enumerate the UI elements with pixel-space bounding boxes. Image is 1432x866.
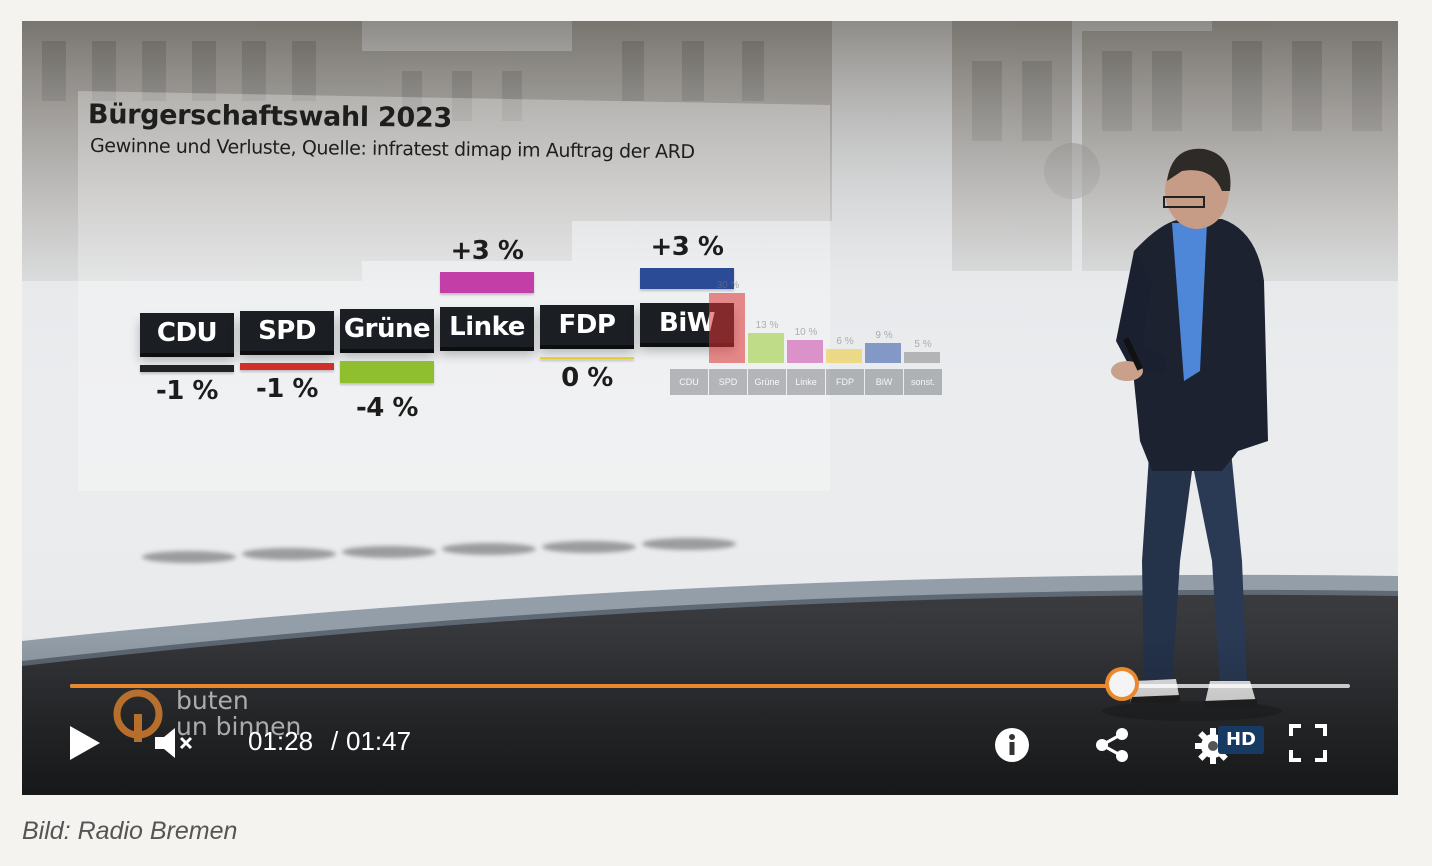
brand-line1: buten — [176, 686, 249, 715]
bg-pct-1: 30 % — [716, 280, 740, 291]
bg-bar-2 — [748, 333, 784, 363]
share-button[interactable] — [1090, 723, 1134, 767]
seek-handle[interactable] — [1105, 667, 1140, 701]
bar-shadow-4 — [542, 540, 636, 553]
bg-bar-6 — [904, 352, 940, 363]
play-button[interactable] — [62, 721, 106, 765]
party-label-0: CDU — [140, 313, 234, 353]
bar-shadow-2 — [342, 545, 436, 558]
fullscreen-button[interactable] — [1286, 721, 1330, 765]
background-chart: CDU SPD 30 % Grüne 13 % Linke 10 % FDP 6 % BiW 9 %… — [670, 251, 950, 401]
bg-pct-5: 9 % — [875, 330, 893, 341]
change-bar-3 — [440, 272, 534, 294]
video-player[interactable]: Bürgerschaftswahl 2023 Gewinne und Verlu… — [22, 21, 1398, 795]
change-value-0: -1 % — [156, 376, 218, 406]
fullscreen-icon — [1289, 724, 1327, 762]
bg-pct-4: 6 % — [836, 336, 854, 347]
time-separator: / — [331, 726, 339, 756]
progress-fill — [70, 684, 1123, 688]
party-label-4: FDP — [540, 305, 634, 346]
party-label-2: Grüne — [340, 309, 434, 350]
info-button[interactable] — [990, 723, 1034, 767]
current-time: 01:28 — [248, 726, 314, 756]
bg-pct-2: 13 % — [755, 320, 779, 331]
bar-shadow-3 — [442, 543, 536, 556]
bar-shadow-5 — [642, 538, 736, 550]
hd-quality-badge: HD — [1218, 726, 1264, 754]
bg-label-1: SPD — [709, 369, 747, 395]
bg-label-2: Grüne — [748, 369, 786, 395]
muted-speaker-icon — [155, 728, 193, 758]
bar-shadow-0 — [142, 551, 236, 563]
bg-label-4: FDP — [826, 369, 864, 395]
chart-subtitle: Gewinne und Verluste, Quelle: infratest … — [89, 134, 695, 164]
mute-button[interactable] — [152, 723, 198, 763]
chart-title: Bürgerschaftswahl 2023 — [87, 99, 453, 134]
bg-bar-5 — [865, 343, 901, 363]
bg-label-0: CDU — [670, 369, 708, 395]
change-value-1: -1 % — [256, 374, 318, 405]
image-credit: Bild: Radio Bremen — [22, 817, 238, 845]
bar-shadow-1 — [242, 548, 336, 561]
bg-bar-3 — [787, 340, 823, 363]
change-value-3: +3 % — [450, 236, 524, 267]
progress-bar[interactable] — [70, 667, 1350, 701]
bg-pct-6: 5 % — [914, 339, 932, 350]
party-label-1: SPD — [240, 311, 334, 352]
change-bar-4 — [540, 357, 634, 360]
bg-pct-3: 10 % — [794, 327, 818, 338]
change-bar-1 — [240, 363, 334, 371]
bg-bar-1 — [709, 293, 745, 363]
share-icon — [1096, 728, 1128, 762]
total-duration: 01:47 — [346, 726, 412, 756]
bg-bar-4 — [826, 349, 862, 363]
change-bar-0 — [140, 365, 234, 372]
bg-label-6: sonst. — [904, 369, 942, 395]
party-label-3: Linke — [440, 307, 534, 348]
change-bar-2 — [340, 361, 434, 384]
play-icon — [70, 726, 100, 760]
bg-label-3: Linke — [787, 369, 825, 395]
change-value-4: 0 % — [561, 363, 613, 394]
change-value-2: -4 % — [356, 393, 418, 424]
info-icon — [995, 728, 1029, 762]
bg-label-5: BiW — [865, 369, 903, 395]
